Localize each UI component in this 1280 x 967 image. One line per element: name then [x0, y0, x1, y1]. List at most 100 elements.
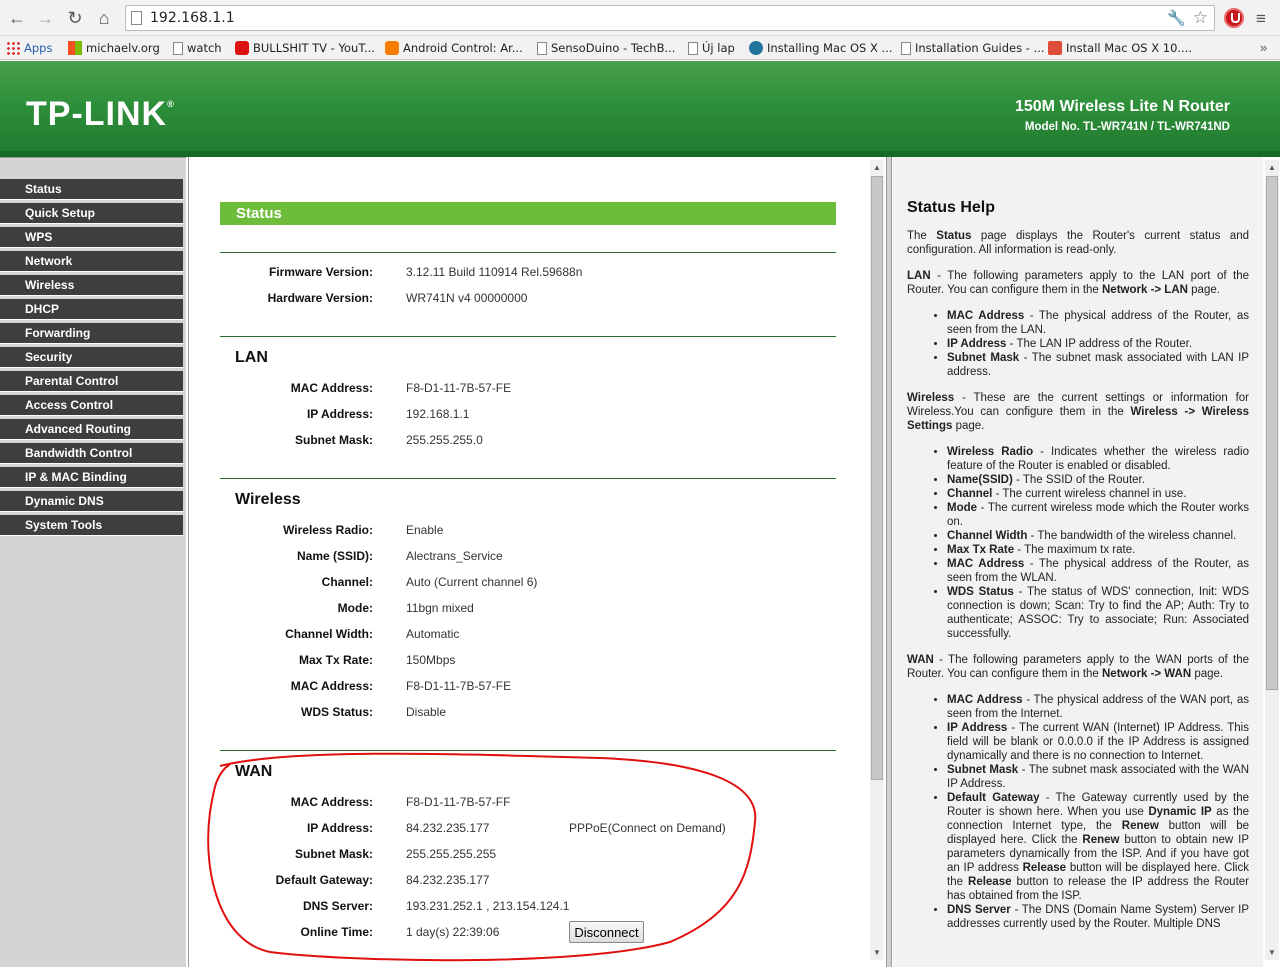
help-body: The Status page displays the Router's cu… [907, 229, 1249, 943]
reload-icon[interactable]: ↻ [64, 7, 86, 29]
sidebar-item-dhcp[interactable]: DHCP [0, 299, 183, 320]
lan-ip-value: 192.168.1.1 [406, 407, 470, 421]
bookmark-android-control[interactable]: Android Control: Ar... [385, 39, 523, 57]
site-icon [68, 41, 82, 55]
sidebar-menu: Status Quick Setup WPS Network Wireless … [0, 157, 186, 967]
wireless-mac-value: F8-D1-11-7B-57-FE [406, 679, 512, 693]
sidebar-item-status[interactable]: Status [0, 179, 183, 200]
help-lan-intro: LAN - The following parameters apply to … [907, 270, 1249, 296]
scroll-up-icon[interactable]: ▲ [873, 163, 881, 172]
mode-label: Mode: [337, 601, 373, 615]
wireless-section-title: Wireless [235, 491, 301, 508]
max-tx-rate-label: Max Tx Rate: [298, 653, 373, 667]
bookmark-label: Új lap [702, 41, 735, 55]
wireless-radio-value: Enable [406, 523, 444, 537]
sidebar-item-forwarding[interactable]: Forwarding [0, 323, 183, 344]
apps-grid-icon [6, 41, 20, 55]
bookmark-installing-mac[interactable]: Installing Mac OS X ... [749, 39, 893, 57]
sidebar-item-wireless[interactable]: Wireless [0, 275, 183, 296]
firmware-label: Firmware Version: [268, 265, 373, 279]
wan-mac-value: F8-D1-11-7B-57-FF [406, 795, 511, 809]
model-number: Model No. TL-WR741N / TL-WR741ND [1024, 121, 1230, 133]
back-arrow-icon[interactable]: ← [6, 7, 28, 29]
sidebar-item-ip-mac-binding[interactable]: IP & MAC Binding [0, 467, 183, 488]
bookmark-youtube[interactable]: BULLSHIT TV - YouT... [235, 39, 375, 57]
sidebar-item-security[interactable]: Security [0, 347, 183, 368]
scrollbar-thumb[interactable] [1266, 176, 1278, 690]
google-plus-icon [1048, 41, 1062, 55]
wds-status-value: Disable [406, 705, 447, 719]
power-extension-icon[interactable] [1224, 8, 1244, 28]
hardware-label: Hardware Version: [267, 291, 373, 305]
bookmark-label: watch [187, 41, 222, 55]
help-wan-list: MAC Address - The physical address of th… [947, 693, 1249, 931]
lan-mac-value: F8-D1-11-7B-57-FE [406, 381, 512, 395]
online-time-label: Online Time: [300, 925, 373, 939]
wan-section-title: WAN [235, 763, 273, 780]
help-title: Status Help [907, 199, 996, 216]
sidebar-item-network[interactable]: Network [0, 251, 183, 272]
divider-line [220, 750, 836, 751]
sidebar-item-bandwidth-control[interactable]: Bandwidth Control [0, 443, 183, 464]
channel-width-label: Channel Width: [285, 627, 373, 641]
page-icon [131, 11, 142, 25]
scroll-down-icon[interactable]: ▼ [873, 948, 881, 957]
wan-ip-label: IP Address: [306, 821, 373, 835]
page-icon [173, 42, 183, 55]
help-intro: The Status page displays the Router's cu… [907, 230, 1249, 256]
wireless-mac-label: MAC Address: [290, 679, 373, 693]
channel-label: Channel: [321, 575, 373, 589]
wrench-icon[interactable]: 🔧 [1167, 9, 1186, 27]
default-gateway-value: 84.232.235.177 [406, 873, 490, 887]
help-wireless-list: Wireless Radio - Indicates whether the w… [947, 445, 1249, 641]
wan-mask-value: 255.255.255.255 [406, 847, 497, 861]
bookmark-install-mac[interactable]: Install Mac OS X 10.... [1048, 39, 1192, 57]
sidebar-item-system-tools[interactable]: System Tools [0, 515, 183, 536]
router-header: TP-LINK® 150M Wireless Lite N Router Mod… [0, 61, 1280, 157]
bookmark-installation-guides[interactable]: Installation Guides - ... [901, 39, 1045, 57]
sidebar-item-parental-control[interactable]: Parental Control [0, 371, 183, 392]
bookmark-new-tab[interactable]: Új lap [688, 39, 735, 57]
bookmark-apps[interactable]: Apps [6, 39, 52, 57]
hardware-value: WR741N v4 00000000 [406, 291, 528, 305]
frame-divider[interactable] [886, 157, 892, 967]
sidebar-item-access-control[interactable]: Access Control [0, 395, 183, 416]
lan-mac-label: MAC Address: [290, 381, 373, 395]
sidebar-item-wps[interactable]: WPS [0, 227, 183, 248]
address-bar[interactable]: 192.168.1.1 🔧 ☆ [125, 5, 1215, 31]
product-name: 150M Wireless Lite N Router [1014, 98, 1230, 115]
help-scrollbar[interactable]: ▲ ▼ [1265, 160, 1279, 960]
wan-mac-label: MAC Address: [290, 795, 373, 809]
channel-value: Auto (Current channel 6) [406, 575, 538, 589]
bookmarks-overflow-icon[interactable]: » [1260, 40, 1267, 55]
bookmark-label: Apps [24, 41, 53, 55]
bookmark-sensoduino[interactable]: SensoDuino - TechB... [537, 39, 675, 57]
sidebar-item-quick-setup[interactable]: Quick Setup [0, 203, 183, 224]
disconnect-button[interactable]: Disconnect [569, 921, 644, 943]
scroll-up-icon[interactable]: ▲ [1268, 163, 1276, 172]
url-text[interactable]: 192.168.1.1 [150, 10, 235, 26]
blogger-icon [385, 41, 399, 55]
scrollbar-thumb[interactable] [871, 176, 883, 780]
browser-toolbar: ← → ↻ ⌂ 192.168.1.1 🔧 ☆ ≡ [0, 0, 1280, 36]
sidebar-item-advanced-routing[interactable]: Advanced Routing [0, 419, 183, 440]
scroll-down-icon[interactable]: ▼ [1268, 948, 1276, 957]
main-scrollbar[interactable]: ▲ ▼ [870, 160, 884, 960]
menu-icon[interactable]: ≡ [1256, 9, 1266, 29]
firmware-value: 3.12.11 Build 110914 Rel.59688n [406, 265, 583, 279]
wan-ip-value: 84.232.235.177 [406, 821, 490, 835]
bookmark-michaelv[interactable]: michaelv.org [68, 39, 160, 57]
home-icon[interactable]: ⌂ [93, 7, 115, 29]
bookmark-watch[interactable]: watch [173, 39, 222, 57]
divider-line [220, 336, 836, 337]
default-gateway-label: Default Gateway: [275, 873, 373, 887]
bookmark-star-icon[interactable]: ☆ [1193, 8, 1208, 28]
forward-arrow-icon[interactable]: → [34, 7, 56, 29]
bookmark-label: SensoDuino - TechB... [551, 41, 676, 55]
sidebar-item-dynamic-dns[interactable]: Dynamic DNS [0, 491, 183, 512]
max-tx-rate-value: 150Mbps [406, 653, 456, 667]
tp-link-logo: TP-LINK® [26, 95, 175, 134]
dns-server-label: DNS Server: [302, 899, 373, 913]
lan-section-title: LAN [235, 349, 268, 366]
bookmark-label: BULLSHIT TV - YouT... [253, 41, 375, 55]
